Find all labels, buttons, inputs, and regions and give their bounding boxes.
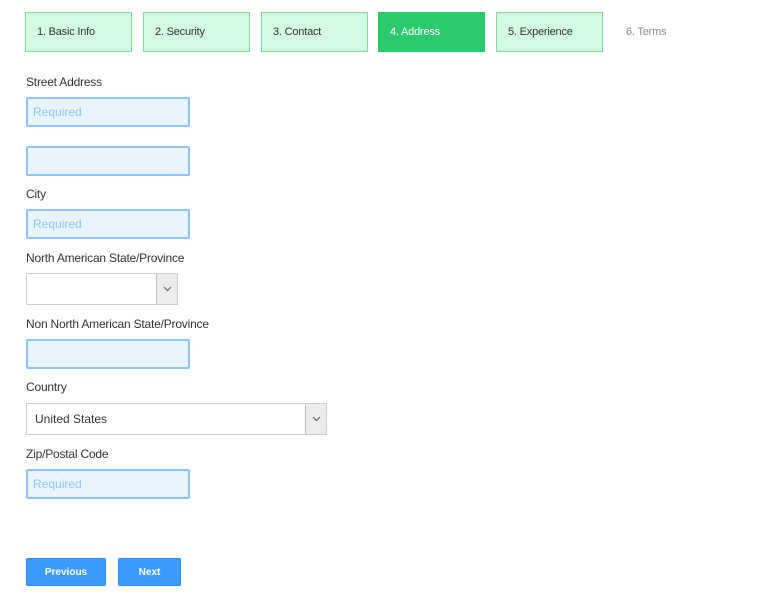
- street-address-label: Street Address: [26, 75, 102, 89]
- step-label: 1. Basic Info: [37, 26, 95, 38]
- non-na-state-input[interactable]: [26, 339, 190, 369]
- na-state-select[interactable]: [26, 273, 178, 305]
- previous-button[interactable]: Previous: [26, 558, 106, 586]
- step-experience[interactable]: 5. Experience: [496, 12, 603, 52]
- chevron-down-icon[interactable]: [156, 274, 177, 304]
- step-address[interactable]: 4. Address: [378, 12, 485, 52]
- step-label: 5. Experience: [508, 26, 573, 38]
- step-label: 4. Address: [390, 26, 440, 38]
- step-label: 3. Contact: [273, 26, 322, 38]
- step-contact[interactable]: 3. Contact: [261, 12, 368, 52]
- next-button[interactable]: Next: [118, 558, 181, 586]
- zip-label: Zip/Postal Code: [26, 447, 109, 461]
- city-label: City: [26, 187, 46, 201]
- step-security[interactable]: 2. Security: [143, 12, 250, 52]
- zip-input[interactable]: [26, 469, 190, 499]
- street-address-line1-input[interactable]: [26, 97, 190, 127]
- step-label: 2. Security: [155, 26, 205, 38]
- step-basic-info[interactable]: 1. Basic Info: [25, 12, 132, 52]
- step-terms[interactable]: 6. Terms: [614, 12, 714, 52]
- address-form-page: 1. Basic Info 2. Security 3. Contact 4. …: [0, 0, 773, 599]
- na-state-label: North American State/Province: [26, 251, 185, 265]
- chevron-down-icon[interactable]: [305, 404, 326, 434]
- country-label: Country: [26, 380, 67, 394]
- step-label: 6. Terms: [626, 26, 667, 38]
- country-selected-value: United States: [35, 412, 108, 426]
- non-na-state-label: Non North American State/Province: [26, 317, 209, 331]
- street-address-line2-input[interactable]: [26, 146, 190, 176]
- country-select[interactable]: United States: [26, 403, 327, 435]
- city-input[interactable]: [26, 209, 190, 239]
